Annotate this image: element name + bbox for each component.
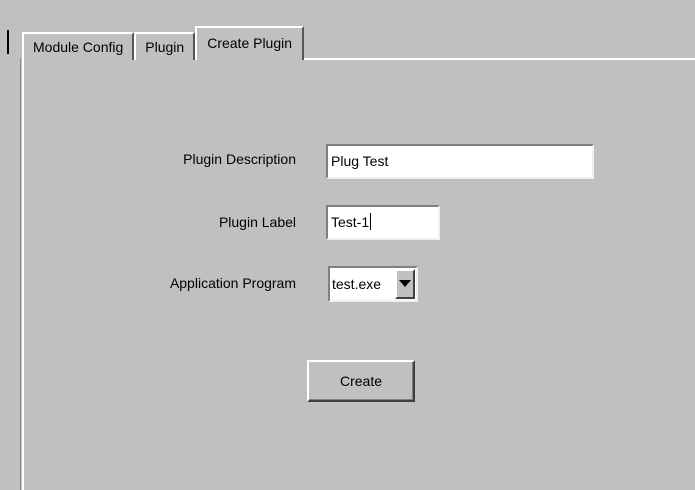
plugin-label-input[interactable]: Test-1: [326, 205, 440, 240]
plugin-description-input[interactable]: Plug Test: [326, 144, 594, 179]
create-button-label: Create: [339, 373, 383, 389]
chevron-down-icon: [399, 280, 411, 287]
tab-module-config[interactable]: Module Config: [22, 32, 135, 60]
tab-module-config-label: Module Config: [33, 39, 124, 55]
tab-plugin-label: Plugin: [145, 39, 185, 55]
tab-create-plugin-label: Create Plugin: [207, 35, 293, 51]
text-caret: [370, 213, 372, 230]
plugin-label-label: Plugin Label: [218, 214, 296, 230]
panel-edge: [20, 58, 21, 490]
plugin-description-label: Plugin Description: [183, 151, 296, 167]
application-program-select[interactable]: test.exe: [328, 266, 418, 302]
create-plugin-window: Module Config Plugin Create Plugin Plugi…: [0, 0, 695, 490]
dropdown-button[interactable]: [395, 269, 415, 299]
tab-plugin[interactable]: Plugin: [134, 32, 196, 60]
application-program-value: test.exe: [332, 276, 382, 292]
window-edge-marker: [7, 30, 9, 54]
plugin-description-value: Plug Test: [331, 153, 389, 169]
create-button[interactable]: Create: [307, 360, 415, 402]
tab-create-plugin[interactable]: Create Plugin: [195, 26, 305, 62]
plugin-label-value: Test-1: [331, 214, 370, 230]
tab-strip: Module Config Plugin Create Plugin: [22, 26, 305, 62]
application-program-label: Application Program: [169, 275, 296, 291]
